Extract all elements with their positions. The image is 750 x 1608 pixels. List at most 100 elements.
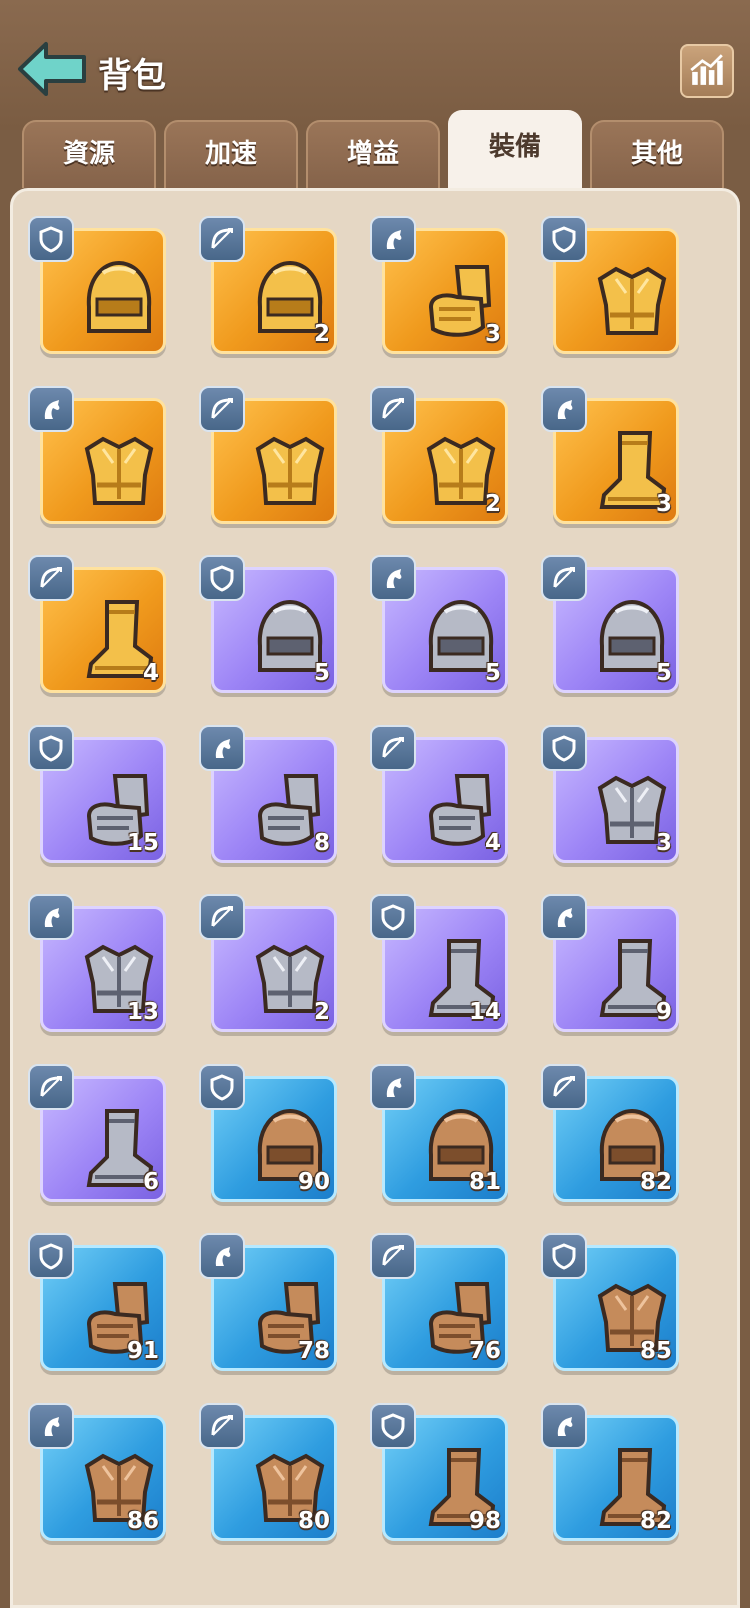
item-count: 5 bbox=[484, 660, 501, 686]
item-count: 91 bbox=[126, 1338, 159, 1364]
item-count: 13 bbox=[126, 999, 159, 1025]
equipment-item[interactable]: 9 bbox=[541, 894, 681, 1034]
equipment-item[interactable]: 5 bbox=[541, 555, 681, 695]
item-count: 2 bbox=[313, 321, 330, 347]
equipment-item[interactable]: 3 bbox=[541, 385, 681, 526]
bow-class-icon bbox=[199, 894, 245, 940]
item-count: 98 bbox=[468, 1507, 501, 1534]
shield-class-icon bbox=[370, 894, 416, 940]
equipment-item[interactable]: 78 bbox=[199, 1233, 339, 1373]
equipment-item[interactable]: 86 bbox=[28, 1402, 168, 1543]
equipment-item[interactable]: 5 bbox=[199, 555, 339, 695]
equipment-item[interactable]: 3 bbox=[541, 724, 681, 865]
item-count: 86 bbox=[126, 1507, 159, 1534]
equipment-item[interactable]: 2 bbox=[199, 894, 339, 1034]
helmet-icon bbox=[67, 249, 171, 353]
item-count: 14 bbox=[468, 999, 501, 1025]
equipment-item[interactable]: 4 bbox=[370, 724, 510, 865]
horse-class-icon bbox=[541, 894, 587, 940]
equipment-item[interactable]: 80 bbox=[199, 1402, 339, 1543]
chest-armor-icon bbox=[67, 419, 171, 523]
equipment-item[interactable]: 8 bbox=[199, 724, 339, 865]
equipment-item[interactable]: 13 bbox=[28, 894, 168, 1034]
item-count: 4 bbox=[484, 829, 501, 856]
tab-boosts[interactable]: 增益 bbox=[306, 120, 440, 188]
shield-class-icon bbox=[28, 216, 74, 262]
equipment-item[interactable]: 14 bbox=[370, 894, 510, 1034]
shield-class-icon bbox=[199, 1063, 245, 1110]
equipment-item[interactable]: 85 bbox=[541, 1233, 681, 1373]
equipment-item[interactable]: 91 bbox=[28, 1233, 168, 1373]
equipment-item[interactable]: 82 bbox=[541, 1402, 681, 1543]
shield-class-icon bbox=[541, 724, 587, 771]
bow-class-icon bbox=[199, 385, 245, 432]
item-count: 2 bbox=[484, 490, 501, 517]
bar-chart-icon bbox=[690, 54, 723, 85]
tab-equipment[interactable]: 裝備 bbox=[448, 110, 582, 190]
equipment-item[interactable]: 2 bbox=[199, 216, 339, 356]
item-count: 4 bbox=[142, 660, 159, 686]
horse-class-icon bbox=[541, 385, 587, 432]
equipment-item[interactable]: 4 bbox=[28, 555, 168, 695]
equipment-item[interactable] bbox=[541, 216, 681, 356]
bow-class-icon bbox=[370, 385, 416, 432]
item-count: 3 bbox=[655, 829, 672, 856]
item-count: 90 bbox=[297, 1168, 330, 1195]
item-count: 78 bbox=[297, 1338, 330, 1364]
item-count: 81 bbox=[468, 1168, 501, 1195]
bow-class-icon bbox=[28, 555, 74, 601]
horse-class-icon bbox=[370, 1063, 416, 1110]
horse-class-icon bbox=[370, 555, 416, 601]
tab-bar: 資源 加速 增益 裝備 其他 bbox=[22, 110, 732, 190]
item-count: 2 bbox=[313, 999, 330, 1025]
item-count: 5 bbox=[655, 660, 672, 686]
bow-class-icon bbox=[541, 555, 587, 601]
equipment-item[interactable]: 5 bbox=[370, 555, 510, 695]
shield-class-icon bbox=[541, 216, 587, 262]
back-arrow-icon bbox=[18, 42, 86, 96]
bow-class-icon bbox=[28, 1063, 74, 1110]
equipment-item[interactable]: 3 bbox=[370, 216, 510, 356]
item-count: 8 bbox=[313, 829, 330, 856]
shield-class-icon bbox=[28, 1233, 74, 1279]
bow-class-icon bbox=[370, 1233, 416, 1279]
equipment-item[interactable]: 6 bbox=[28, 1063, 168, 1204]
equipment-item[interactable]: 2 bbox=[370, 385, 510, 526]
equipment-item[interactable]: 98 bbox=[370, 1402, 510, 1543]
horse-class-icon bbox=[199, 724, 245, 771]
equipment-item[interactable]: 82 bbox=[541, 1063, 681, 1204]
shield-class-icon bbox=[199, 555, 245, 601]
equipment-item[interactable]: 90 bbox=[199, 1063, 339, 1204]
bow-class-icon bbox=[541, 1063, 587, 1110]
item-count: 3 bbox=[655, 490, 672, 517]
horse-class-icon bbox=[28, 1402, 74, 1449]
item-count: 6 bbox=[142, 1168, 159, 1195]
horse-class-icon bbox=[199, 1233, 245, 1279]
item-count: 80 bbox=[297, 1507, 330, 1534]
item-count: 82 bbox=[639, 1168, 672, 1195]
bow-class-icon bbox=[199, 1402, 245, 1449]
stats-button[interactable] bbox=[680, 44, 734, 98]
tab-resources[interactable]: 資源 bbox=[22, 120, 156, 188]
chest-armor-icon bbox=[238, 419, 342, 523]
top-bar: 背包 bbox=[0, 0, 750, 130]
tab-other[interactable]: 其他 bbox=[590, 120, 724, 188]
bow-class-icon bbox=[199, 216, 245, 262]
item-count: 76 bbox=[468, 1338, 501, 1364]
horse-class-icon bbox=[370, 216, 416, 262]
equipment-item[interactable]: 15 bbox=[28, 724, 168, 865]
equipment-item[interactable] bbox=[28, 216, 168, 356]
shield-class-icon bbox=[370, 1402, 416, 1449]
back-button[interactable] bbox=[16, 38, 88, 100]
chest-armor-icon bbox=[580, 249, 684, 353]
equipment-item[interactable] bbox=[199, 385, 342, 526]
equipment-item[interactable]: 81 bbox=[370, 1063, 510, 1204]
item-count: 9 bbox=[655, 999, 672, 1025]
equipment-item[interactable] bbox=[28, 385, 171, 526]
item-count: 85 bbox=[639, 1338, 672, 1364]
tab-speedups[interactable]: 加速 bbox=[164, 120, 298, 188]
item-count: 15 bbox=[126, 829, 159, 856]
item-count: 5 bbox=[313, 660, 330, 686]
equipment-item[interactable]: 76 bbox=[370, 1233, 510, 1373]
item-count: 82 bbox=[639, 1507, 672, 1534]
